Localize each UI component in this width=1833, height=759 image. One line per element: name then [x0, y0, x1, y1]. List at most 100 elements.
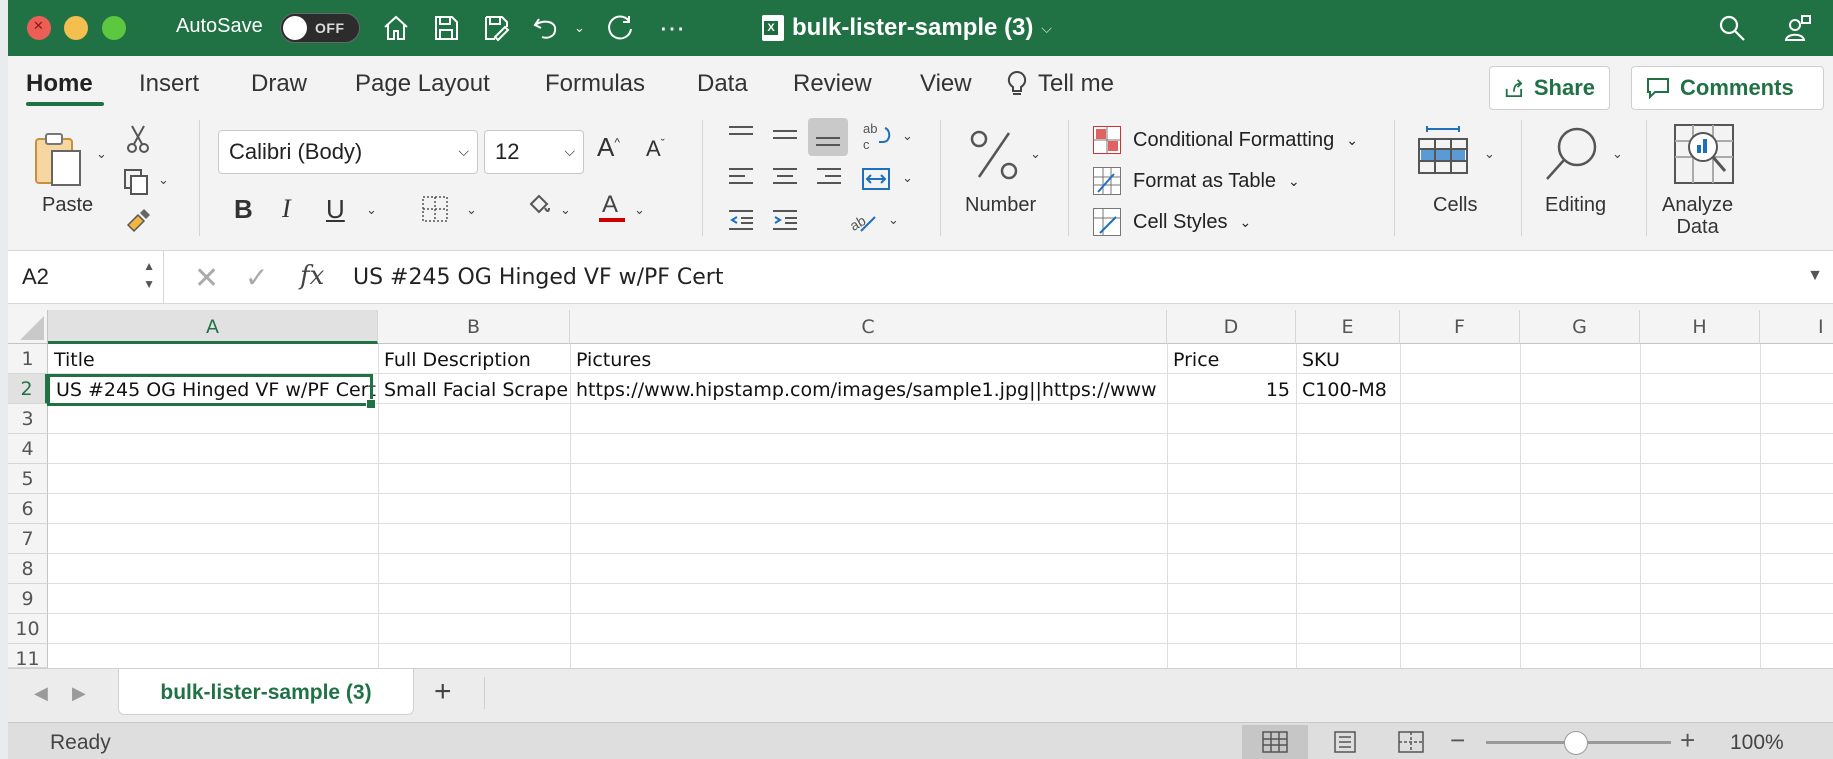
- paste-label[interactable]: Paste: [42, 194, 93, 217]
- editing-search-icon[interactable]: [1542, 124, 1602, 184]
- row-header-3[interactable]: 3: [8, 404, 48, 434]
- merge-dropdown-icon[interactable]: ⌄: [902, 170, 913, 186]
- number-label[interactable]: Number: [965, 194, 1036, 217]
- fill-color-dropdown-icon[interactable]: ⌄: [560, 202, 571, 218]
- confirm-entry-icon[interactable]: ✓: [245, 261, 268, 294]
- previous-sheet-icon[interactable]: ◀: [34, 683, 48, 704]
- row-header-8[interactable]: 8: [8, 554, 48, 584]
- row-header-1[interactable]: 1: [8, 344, 48, 374]
- font-size-select[interactable]: 12 ⌵: [484, 130, 584, 174]
- merge-center-icon[interactable]: [860, 164, 892, 194]
- analyze-data-icon[interactable]: [1672, 122, 1736, 186]
- align-bottom-icon[interactable]: [808, 118, 848, 156]
- undo-dropdown-icon[interactable]: ⌄: [574, 20, 585, 36]
- row-header-4[interactable]: 4: [8, 434, 48, 464]
- select-all-button[interactable]: [8, 310, 48, 344]
- font-color-icon[interactable]: A: [596, 190, 628, 224]
- cells-label[interactable]: Cells: [1433, 194, 1477, 217]
- insert-function-icon[interactable]: fx: [300, 261, 324, 291]
- number-dropdown-icon[interactable]: ⌄: [1030, 146, 1041, 162]
- page-break-view-icon[interactable]: [1378, 725, 1444, 759]
- increase-indent-icon[interactable]: [770, 206, 800, 234]
- expand-formula-bar-icon[interactable]: ▼: [1807, 267, 1823, 285]
- editing-dropdown-icon[interactable]: ⌄: [1612, 146, 1623, 162]
- cancel-entry-icon[interactable]: ✕: [194, 261, 219, 296]
- copy-icon[interactable]: [121, 166, 151, 196]
- cell-e1[interactable]: SKU: [1298, 344, 1398, 374]
- cell-c1[interactable]: Pictures: [572, 344, 1165, 374]
- paste-dropdown-icon[interactable]: ⌄: [96, 146, 107, 162]
- cells-icon[interactable]: [1412, 124, 1474, 182]
- decrease-font-size-icon[interactable]: Aˇ: [646, 136, 665, 162]
- increase-font-size-icon[interactable]: A^: [597, 132, 620, 163]
- tab-page-layout[interactable]: Page Layout: [355, 70, 490, 98]
- minimize-window-button[interactable]: [64, 16, 88, 40]
- format-as-table-button[interactable]: Format as Table ⌄: [1093, 163, 1300, 199]
- tab-data[interactable]: Data: [697, 70, 748, 98]
- zoom-window-button[interactable]: [102, 16, 126, 40]
- save-icon[interactable]: [426, 8, 466, 48]
- cut-icon[interactable]: [125, 124, 151, 154]
- zoom-out-icon[interactable]: −: [1450, 725, 1465, 756]
- orientation-icon[interactable]: ab: [846, 204, 880, 236]
- tab-review[interactable]: Review: [793, 70, 872, 98]
- italic-button[interactable]: I: [282, 194, 291, 224]
- normal-view-icon[interactable]: [1242, 725, 1308, 759]
- autosave-toggle[interactable]: OFF: [280, 13, 360, 43]
- conditional-formatting-button[interactable]: Conditional Formatting ⌄: [1093, 122, 1358, 158]
- share-button[interactable]: Share: [1489, 66, 1610, 110]
- font-name-select[interactable]: Calibri (Body) ⌵: [218, 130, 478, 174]
- column-header-d[interactable]: D: [1167, 310, 1296, 344]
- comments-button[interactable]: Comments: [1631, 66, 1824, 110]
- align-center-icon[interactable]: [770, 164, 800, 192]
- zoom-level[interactable]: 100%: [1730, 731, 1784, 755]
- account-icon[interactable]: [1778, 8, 1818, 48]
- align-left-icon[interactable]: [726, 164, 756, 192]
- row-header-11[interactable]: 11: [8, 644, 48, 670]
- page-layout-view-icon[interactable]: [1312, 725, 1378, 759]
- search-icon[interactable]: [1712, 8, 1752, 48]
- cells-dropdown-icon[interactable]: ⌄: [1484, 146, 1495, 162]
- active-cell-selection[interactable]: [47, 374, 376, 409]
- tab-formulas[interactable]: Formulas: [545, 70, 645, 98]
- name-box[interactable]: A2 ▲ ▼: [8, 251, 164, 303]
- row-header-6[interactable]: 6: [8, 494, 48, 524]
- bold-button[interactable]: B: [234, 194, 253, 225]
- redo-icon[interactable]: [600, 8, 640, 48]
- next-sheet-icon[interactable]: ▶: [72, 683, 86, 704]
- cell-b1[interactable]: Full Description: [380, 344, 568, 374]
- align-right-icon[interactable]: [814, 164, 844, 192]
- align-top-icon[interactable]: [726, 122, 756, 148]
- row-header-10[interactable]: 10: [8, 614, 48, 644]
- cell-b2[interactable]: Small Facial Scrape: [380, 374, 568, 404]
- fill-color-icon[interactable]: [524, 190, 554, 220]
- name-box-stepper-icon[interactable]: ▲ ▼: [143, 257, 155, 293]
- tab-insert[interactable]: Insert: [139, 70, 199, 98]
- zoom-in-icon[interactable]: +: [1680, 725, 1695, 756]
- zoom-slider-handle[interactable]: [1564, 731, 1588, 755]
- undo-icon[interactable]: [526, 8, 566, 48]
- borders-icon[interactable]: [420, 194, 450, 224]
- column-header-b[interactable]: B: [378, 310, 570, 344]
- decrease-indent-icon[interactable]: [726, 206, 756, 234]
- number-format-icon[interactable]: [966, 126, 1022, 184]
- home-icon[interactable]: [376, 8, 416, 48]
- row-header-2[interactable]: 2: [8, 374, 48, 404]
- column-header-a[interactable]: A: [48, 310, 378, 344]
- close-window-button[interactable]: [27, 16, 51, 40]
- cell-d2[interactable]: 15: [1169, 374, 1294, 404]
- save-as-icon[interactable]: [476, 8, 516, 48]
- editing-label[interactable]: Editing: [1545, 194, 1606, 217]
- borders-dropdown-icon[interactable]: ⌄: [466, 202, 477, 218]
- tab-view[interactable]: View: [920, 70, 972, 98]
- paste-icon[interactable]: [30, 130, 90, 190]
- document-title[interactable]: bulk-lister-sample (3) ⌵: [762, 12, 1052, 44]
- underline-button[interactable]: U: [326, 194, 345, 225]
- row-header-7[interactable]: 7: [8, 524, 48, 554]
- cell-e2[interactable]: C100-M8: [1298, 374, 1398, 404]
- column-header-e[interactable]: E: [1296, 310, 1400, 344]
- add-sheet-icon[interactable]: +: [434, 675, 452, 709]
- tab-home[interactable]: Home: [26, 70, 93, 98]
- font-color-dropdown-icon[interactable]: ⌄: [634, 202, 645, 218]
- cell-d1[interactable]: Price: [1169, 344, 1294, 374]
